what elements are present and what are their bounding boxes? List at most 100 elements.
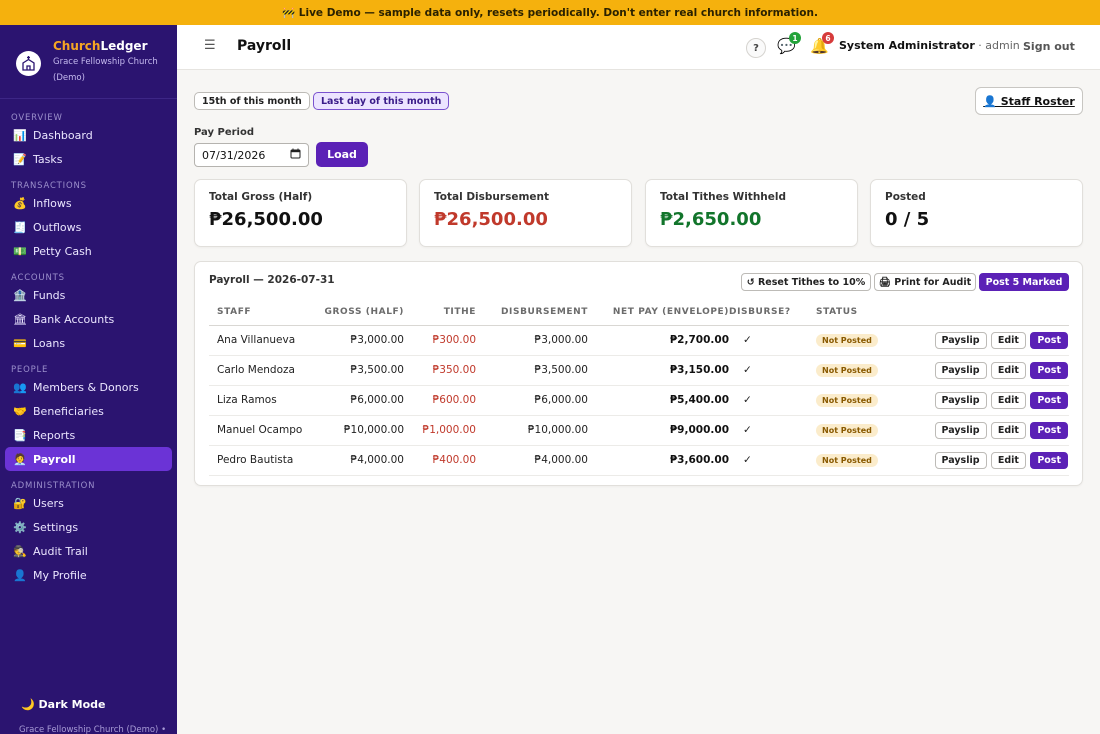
disburse-checkmark[interactable]: ✓	[729, 445, 816, 476]
net-pay: ₱3,150.00	[588, 355, 729, 386]
payslip-button[interactable]: Payslip	[934, 391, 987, 409]
sidebar-item-reports[interactable]: 📑 Reports	[5, 423, 172, 447]
net-pay: ₱3,600.00	[588, 445, 729, 476]
pay-period-value: 07/31/2026	[202, 148, 266, 162]
sidebar-item-label: Petty Cash	[33, 244, 92, 258]
load-button[interactable]: Load	[316, 142, 368, 167]
payslip-button[interactable]: Payslip	[934, 331, 987, 349]
actions-cell: Payslip Edit Post	[901, 445, 1069, 476]
sign-out-link[interactable]: Sign out	[1023, 40, 1075, 53]
bank-accounts-icon: 🏛	[13, 312, 27, 326]
payslip-button[interactable]: Payslip	[934, 421, 987, 439]
summary-value: ₱26,500.00	[434, 209, 548, 230]
current-user[interactable]: System Administrator · admin	[839, 39, 1020, 52]
summary-card-gross: Total Gross (Half) ₱26,500.00	[194, 179, 407, 247]
sidebar-item-members-donors[interactable]: 👥 Members & Donors	[5, 375, 172, 399]
payroll-table-body: Ana Villanueva ₱3,000.00 ₱300.00 ₱3,000.00 ₱…	[209, 325, 1069, 476]
sidebar-section-title: OVERVIEW	[11, 113, 63, 123]
sidebar-section-title: PEOPLE	[11, 365, 49, 375]
edit-button[interactable]: Edit	[990, 451, 1026, 469]
sidebar-item-funds[interactable]: 🏦 Funds	[5, 283, 172, 307]
sidebar-item-my-profile[interactable]: 👤 My Profile	[5, 563, 172, 587]
sidebar-item-payroll[interactable]: 🧑‍💼 Payroll	[5, 447, 172, 471]
dark-mode-toggle[interactable]: 🌙 Dark Mode	[21, 698, 106, 711]
payslip-button[interactable]: Payslip	[934, 361, 987, 379]
col-status: STATUS	[816, 300, 901, 326]
sidebar-item-users[interactable]: 🔐 Users	[5, 491, 172, 515]
preset-15th-chip[interactable]: 15th of this month	[194, 92, 310, 110]
top-header: ☰ Payroll ? 💬 1 🔔 6 System Administrator…	[177, 25, 1100, 70]
table-row: Carlo Mendoza ₱3,500.00 ₱350.00 ₱3,500.00 ₱3…	[209, 355, 1069, 386]
post-button[interactable]: Post	[1030, 451, 1068, 469]
col-tithe: TITHE	[404, 300, 476, 326]
payroll-table: STAFF GROSS (HALF) TITHE DISBURSEMENT NE…	[209, 300, 1069, 476]
payroll-icon: 🧑‍💼	[13, 452, 27, 466]
menu-icon[interactable]: ☰	[204, 38, 216, 53]
notifications-count-badge: 6	[822, 32, 834, 44]
brand[interactable]: ChurchLedger Grace Fellowship Church (De…	[0, 25, 177, 99]
members-donors-icon: 👥	[13, 380, 27, 394]
edit-button[interactable]: Edit	[990, 391, 1026, 409]
disburse-checkmark[interactable]: ✓	[729, 385, 816, 416]
status-badge: Not Posted	[816, 423, 878, 437]
preset-last-day-chip[interactable]: Last day of this month	[313, 92, 450, 110]
post-button[interactable]: Post	[1030, 331, 1068, 349]
status-badge: Not Posted	[816, 453, 878, 467]
net-pay: ₱9,000.00	[588, 415, 729, 446]
calendar-icon[interactable]	[290, 148, 301, 162]
post-button[interactable]: Post	[1030, 391, 1068, 409]
sidebar-footer: Grace Fellowship Church (Demo) •	[19, 725, 167, 734]
sidebar-item-settings[interactable]: ⚙️ Settings	[5, 515, 172, 539]
app-name-part-2: Ledger	[100, 39, 148, 53]
disburse-checkmark[interactable]: ✓	[729, 325, 816, 356]
sidebar-item-loans[interactable]: 💳 Loans	[5, 331, 172, 355]
table-row: Ana Villanueva ₱3,000.00 ₱300.00 ₱3,000.00 ₱…	[209, 325, 1069, 356]
disburse-checkmark[interactable]: ✓	[729, 415, 816, 446]
post-marked-button[interactable]: Post 5 Marked	[979, 273, 1069, 291]
post-button[interactable]: Post	[1030, 421, 1068, 439]
sidebar-item-dashboard[interactable]: 📊 Dashboard	[5, 123, 172, 147]
summary-title: Total Tithes Withheld	[660, 191, 787, 203]
sidebar-item-inflows[interactable]: 💰 Inflows	[5, 191, 172, 215]
actions-cell: Payslip Edit Post	[901, 415, 1069, 446]
sidebar-item-bank-accounts[interactable]: 🏛 Bank Accounts	[5, 307, 172, 331]
staff-roster-button[interactable]: 👤 Staff Roster	[975, 87, 1083, 115]
messages-count-badge: 1	[789, 32, 801, 44]
sidebar-section-title: TRANSACTIONS	[11, 181, 87, 191]
actions-cell: Payslip Edit Post	[901, 355, 1069, 386]
sidebar-nav: OVERVIEW 📊 Dashboard 📝 Tasks TRANSACTIONS 💰 Inf…	[0, 99, 177, 587]
pay-period-date-input[interactable]: 07/31/2026	[194, 143, 309, 167]
edit-button[interactable]: Edit	[990, 361, 1026, 379]
sidebar-item-label: Loans	[33, 336, 66, 350]
print-audit-button[interactable]: 🖨 Print for Audit	[874, 273, 976, 291]
col-disburse: DISBURSE?	[729, 300, 816, 326]
audit-trail-icon: 🕵	[13, 544, 27, 558]
sidebar-item-tasks[interactable]: 📝 Tasks	[5, 147, 172, 171]
sidebar-item-outflows[interactable]: 🧾 Outflows	[5, 215, 172, 239]
status-cell: Not Posted	[816, 415, 901, 446]
status-badge: Not Posted	[816, 393, 878, 407]
sidebar: ChurchLedger Grace Fellowship Church (De…	[0, 25, 177, 734]
help-button[interactable]: ?	[746, 38, 766, 58]
payslip-button[interactable]: Payslip	[934, 451, 987, 469]
sidebar-item-label: Payroll	[33, 452, 76, 466]
inflows-icon: 💰	[13, 196, 27, 210]
disburse-checkmark[interactable]: ✓	[729, 355, 816, 386]
sidebar-item-label: Funds	[33, 288, 66, 302]
edit-button[interactable]: Edit	[990, 331, 1026, 349]
status-cell: Not Posted	[816, 385, 901, 416]
gross-half: ₱10,000.00	[309, 415, 404, 446]
sidebar-section-title: ADMINISTRATION	[11, 481, 96, 491]
petty-cash-icon: 💵	[13, 244, 27, 258]
sidebar-item-petty-cash[interactable]: 💵 Petty Cash	[5, 239, 172, 263]
edit-button[interactable]: Edit	[990, 421, 1026, 439]
staff-name: Liza Ramos	[209, 385, 309, 416]
beneficiaries-icon: 🤝	[13, 404, 27, 418]
gross-half: ₱3,000.00	[309, 325, 404, 356]
post-button[interactable]: Post	[1030, 361, 1068, 379]
user-role: · admin	[974, 39, 1020, 52]
payroll-panel: Payroll — 2026-07-31 ↺ Reset Tithes to 1…	[194, 261, 1083, 486]
sidebar-item-beneficiaries[interactable]: 🤝 Beneficiaries	[5, 399, 172, 423]
sidebar-item-audit-trail[interactable]: 🕵 Audit Trail	[5, 539, 172, 563]
reset-tithes-button[interactable]: ↺ Reset Tithes to 10%	[741, 273, 871, 291]
